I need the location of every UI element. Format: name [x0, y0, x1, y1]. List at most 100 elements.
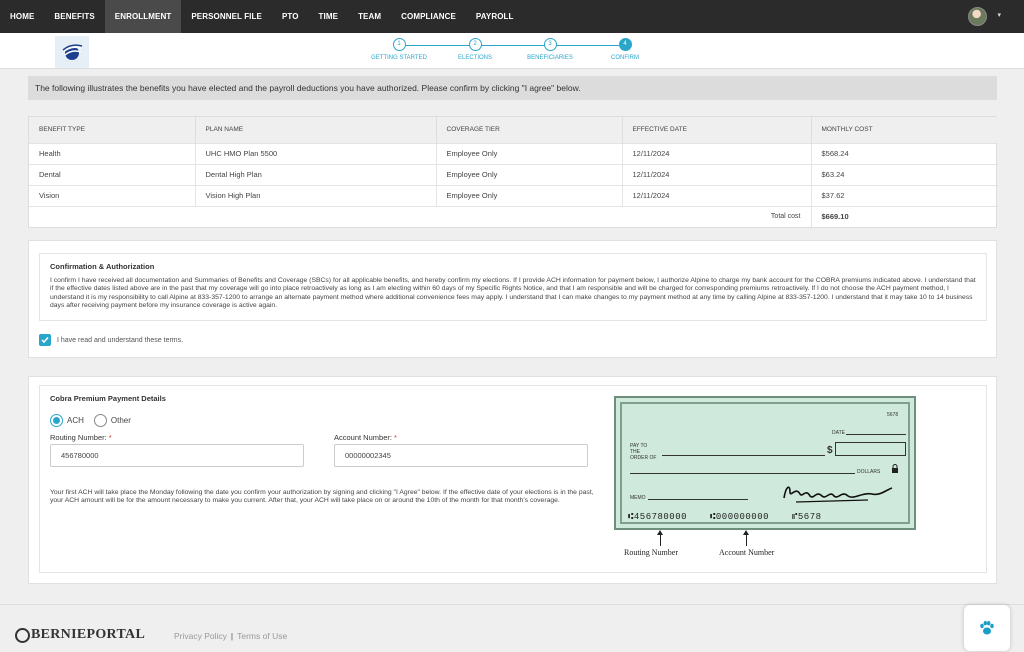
footer-links: Privacy Policy | Terms of Use [174, 631, 287, 641]
required-marker: * [394, 433, 397, 442]
check-payto-label: PAY TO THE ORDER OF [630, 443, 657, 461]
step-label: GETTING STARTED [371, 55, 427, 61]
step-number: 4 [618, 38, 632, 51]
table-cell: $63.24 [811, 163, 998, 185]
table-row: Vision Vision High Plan Employee Only 12… [29, 184, 998, 206]
account-number-label-text: Account Number: [334, 433, 392, 442]
signature-image [783, 486, 893, 503]
routing-number-label-text: Routing Number: [50, 433, 107, 442]
table-cell: $37.62 [811, 184, 998, 206]
table-cell: Dental High Plan [195, 163, 437, 185]
account-arrow-shaft [746, 534, 747, 546]
footer-separator: | [230, 631, 234, 641]
table-header-row: BENEFIT TYPE PLAN NAME COVERAGE TIER EFF… [29, 117, 998, 143]
paw-icon [980, 621, 994, 635]
ach-schedule-note: Your first ACH will take place the Monda… [50, 489, 594, 505]
nav-enrollment[interactable]: ENROLLMENT [104, 0, 182, 33]
nav-benefits[interactable]: BENEFITS [44, 0, 104, 33]
sample-check-image: 5678 DATE PAY TO THE ORDER OF $ DOLLARS … [614, 396, 916, 530]
account-number-caption: Account Number [719, 548, 775, 557]
payment-method-options: ACH Other [50, 414, 131, 427]
routing-number-input[interactable] [50, 444, 304, 467]
ach-radio[interactable] [50, 414, 63, 427]
table-cell: Vision High Plan [195, 184, 437, 206]
company-logo [55, 36, 89, 68]
column-header: COVERAGE TIER [436, 117, 623, 143]
nav-time[interactable]: TIME [309, 0, 349, 33]
step-getting-started[interactable]: 1 GETTING STARTED [369, 38, 429, 61]
nav-payroll[interactable]: PAYROLL [466, 0, 524, 33]
globe-logo-icon [62, 44, 83, 60]
chevron-down-icon[interactable]: ▾ [997, 11, 1001, 19]
check-date-label: DATE [832, 430, 845, 436]
micr-routing-number: ⑆456780000 [628, 512, 688, 522]
column-header: EFFECTIVE DATE [622, 117, 812, 143]
other-radio[interactable] [93, 414, 107, 427]
payment-details-card: Cobra Premium Payment Details ACH Other … [28, 376, 997, 584]
check-memo-line [648, 499, 748, 500]
payment-details-title: Cobra Premium Payment Details [50, 394, 166, 403]
page-footer: BERNIEPORTAL Privacy Policy | Terms of Use [0, 604, 1024, 652]
routing-number-caption: Routing Number [624, 548, 678, 557]
step-elections[interactable]: 2 ELECTIONS [445, 38, 505, 61]
enrollment-stepper-bar: 1 GETTING STARTED 2 ELECTIONS 3 BENEFICI… [0, 33, 1024, 69]
terms-agreement-row: I have read and understand these terms. [39, 334, 183, 346]
step-confirm[interactable]: 4 CONFIRM [595, 38, 655, 61]
table-cell: Vision [29, 184, 196, 206]
check-date-line [846, 434, 906, 435]
table-row: Dental Dental High Plan Employee Only 12… [29, 163, 998, 185]
top-nav: HOME BENEFITS ENROLLMENT PERSONNEL FILE … [0, 0, 1024, 33]
progress-steps: 1 GETTING STARTED 2 ELECTIONS 3 BENEFICI… [369, 38, 649, 66]
check-amount-box [835, 442, 906, 456]
table-cell: Employee Only [436, 184, 623, 206]
terms-checkbox-label[interactable]: I have read and understand these terms. [57, 337, 183, 344]
routing-arrow-shaft [660, 534, 661, 546]
column-header: MONTHLY COST [811, 117, 998, 143]
table-cell: Health [29, 142, 196, 164]
chat-widget-button[interactable] [964, 605, 1010, 651]
confirmation-instructions-banner: The following illustrates the benefits y… [28, 76, 997, 100]
authorization-terms-box: Confirmation & Authorization I confirm I… [39, 253, 987, 321]
table-cell: 12/11/2024 [622, 163, 812, 185]
step-number: 3 [543, 38, 557, 51]
step-label: ELECTIONS [457, 55, 492, 61]
terms-of-use-link[interactable]: Terms of Use [237, 631, 287, 641]
total-cost-value: $669.10 [811, 205, 998, 227]
check-written-amount-line [630, 473, 855, 474]
authorization-text: I confirm I have received all documentat… [50, 277, 976, 309]
steps-connector [400, 45, 619, 46]
table-cell: Employee Only [436, 142, 623, 164]
total-cost-label: Total cost [29, 205, 812, 227]
nav-team[interactable]: TEAM [348, 0, 391, 33]
check-number: 5678 [887, 412, 899, 418]
privacy-policy-link[interactable]: Privacy Policy [174, 631, 227, 641]
checkmark-icon [41, 337, 49, 344]
check-dollar-sign: $ [827, 445, 833, 456]
table-cell: $568.24 [811, 142, 998, 164]
account-number-input[interactable] [334, 444, 588, 467]
elected-benefits-table: BENEFIT TYPE PLAN NAME COVERAGE TIER EFF… [28, 116, 998, 228]
user-avatar[interactable] [968, 7, 987, 26]
bernieportal-logo[interactable]: BERNIEPORTAL [15, 627, 145, 643]
logo-ring-icon [15, 627, 30, 643]
ach-radio-label[interactable]: ACH [67, 416, 84, 425]
radio-selected-dot [53, 417, 60, 424]
nav-compliance[interactable]: COMPLIANCE [391, 0, 466, 33]
nav-personnel-file[interactable]: PERSONNEL FILE [181, 0, 272, 33]
lock-icon [892, 464, 898, 473]
authorization-title: Confirmation & Authorization [50, 262, 155, 271]
terms-checkbox[interactable] [39, 334, 51, 346]
check-memo-label: MEMO [630, 495, 646, 501]
nav-home[interactable]: HOME [0, 0, 44, 33]
micr-check-number: ⑈5678 [792, 512, 822, 522]
account-number-label: Account Number: * [334, 433, 397, 442]
step-label: CONFIRM [611, 55, 639, 61]
routing-number-label: Routing Number: * [50, 433, 112, 442]
table-cell: UHC HMO Plan 5500 [195, 142, 437, 164]
step-number: 1 [392, 38, 406, 51]
nav-pto[interactable]: PTO [272, 0, 309, 33]
check-payee-line [662, 455, 825, 456]
other-radio-label[interactable]: Other [111, 416, 131, 425]
step-beneficiaries[interactable]: 3 BENEFICIARIES [520, 38, 580, 61]
table-cell: Employee Only [436, 163, 623, 185]
